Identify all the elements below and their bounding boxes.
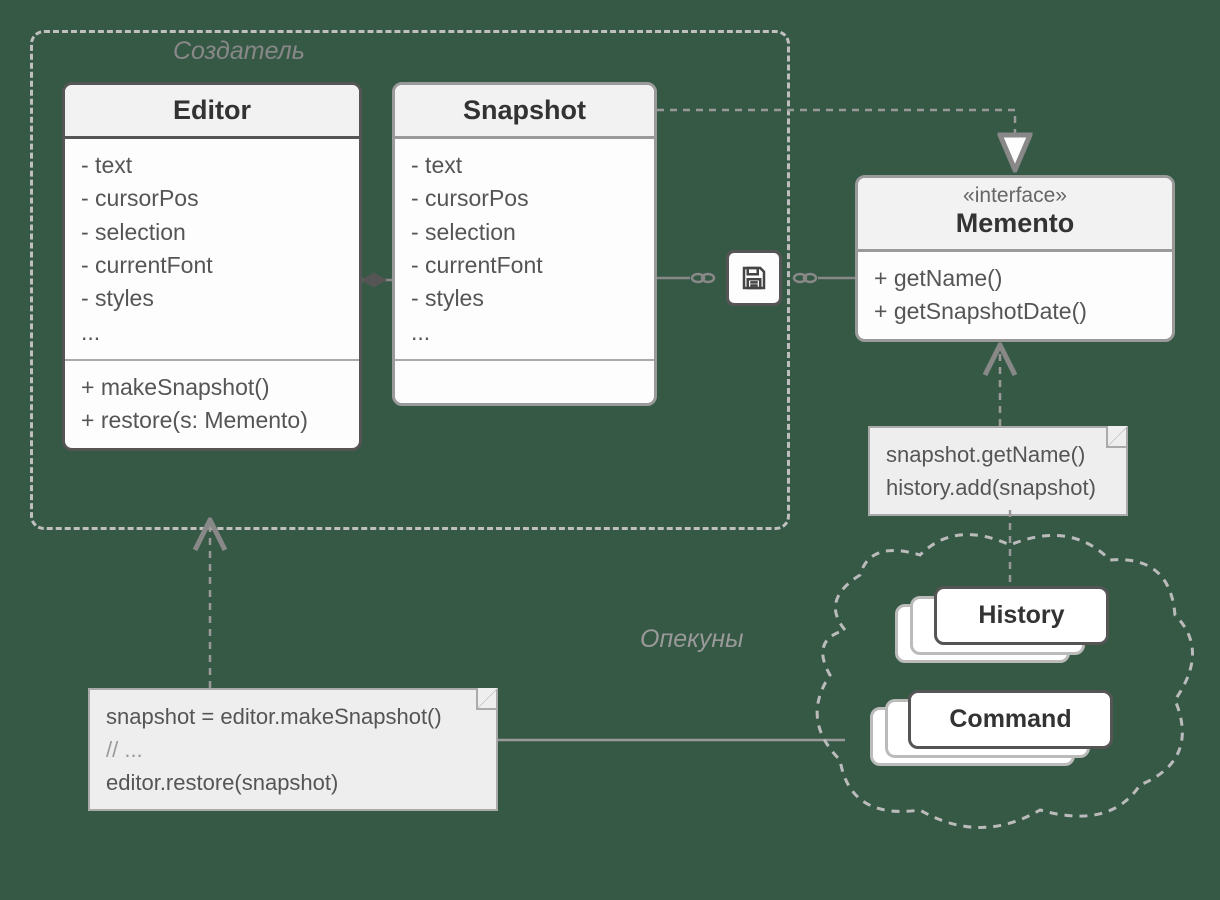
- note-ear-icon: [476, 688, 498, 710]
- op: + getName(): [874, 262, 1156, 295]
- note-line: // ...: [106, 733, 480, 766]
- attr: - selection: [81, 216, 343, 249]
- attr: - currentFont: [411, 249, 638, 282]
- class-title: «interface» Memento: [858, 178, 1172, 252]
- attr: - cursorPos: [81, 182, 343, 215]
- command-box: Command: [908, 690, 1113, 749]
- class-ops: [395, 361, 654, 403]
- attr: - styles: [81, 282, 343, 315]
- note-editor-usage: snapshot = editor.makeSnapshot() // ... …: [88, 688, 498, 811]
- op: + makeSnapshot(): [81, 371, 343, 404]
- uml-class-editor: Editor - text - cursorPos - selection - …: [62, 82, 362, 451]
- attr: - cursorPos: [411, 182, 638, 215]
- attr: ...: [81, 316, 343, 349]
- originator-label: Создатель: [173, 37, 305, 66]
- note-line: editor.restore(snapshot): [106, 766, 480, 799]
- note-history-usage: snapshot.getName() history.add(snapshot): [868, 426, 1128, 516]
- attr: - selection: [411, 216, 638, 249]
- history-box: History: [934, 586, 1109, 645]
- attr: - styles: [411, 282, 638, 315]
- attr: - text: [411, 149, 638, 182]
- note-line: history.add(snapshot): [886, 471, 1110, 504]
- op: + getSnapshotDate(): [874, 295, 1156, 328]
- attr: - text: [81, 149, 343, 182]
- uml-interface-memento: «interface» Memento + getName() + getSna…: [855, 175, 1175, 342]
- note-ear-icon: [1106, 426, 1128, 448]
- class-ops: + getName() + getSnapshotDate(): [858, 252, 1172, 339]
- stereotype: «interface»: [866, 184, 1164, 208]
- class-attrs: - text - cursorPos - selection - current…: [395, 139, 654, 361]
- attr: ...: [411, 316, 638, 349]
- note-line: snapshot = editor.makeSnapshot(): [106, 700, 480, 733]
- class-ops: + makeSnapshot() + restore(s: Memento): [65, 361, 359, 448]
- uml-class-snapshot: Snapshot - text - cursorPos - selection …: [392, 82, 657, 406]
- class-name: Memento: [866, 208, 1164, 239]
- op: + restore(s: Memento): [81, 404, 343, 437]
- caretakers-label: Опекуны: [640, 625, 744, 654]
- class-title: Editor: [65, 85, 359, 139]
- save-icon: [726, 250, 782, 306]
- class-title: Snapshot: [395, 85, 654, 139]
- note-line: snapshot.getName(): [886, 438, 1110, 471]
- attr: - currentFont: [81, 249, 343, 282]
- class-attrs: - text - cursorPos - selection - current…: [65, 139, 359, 361]
